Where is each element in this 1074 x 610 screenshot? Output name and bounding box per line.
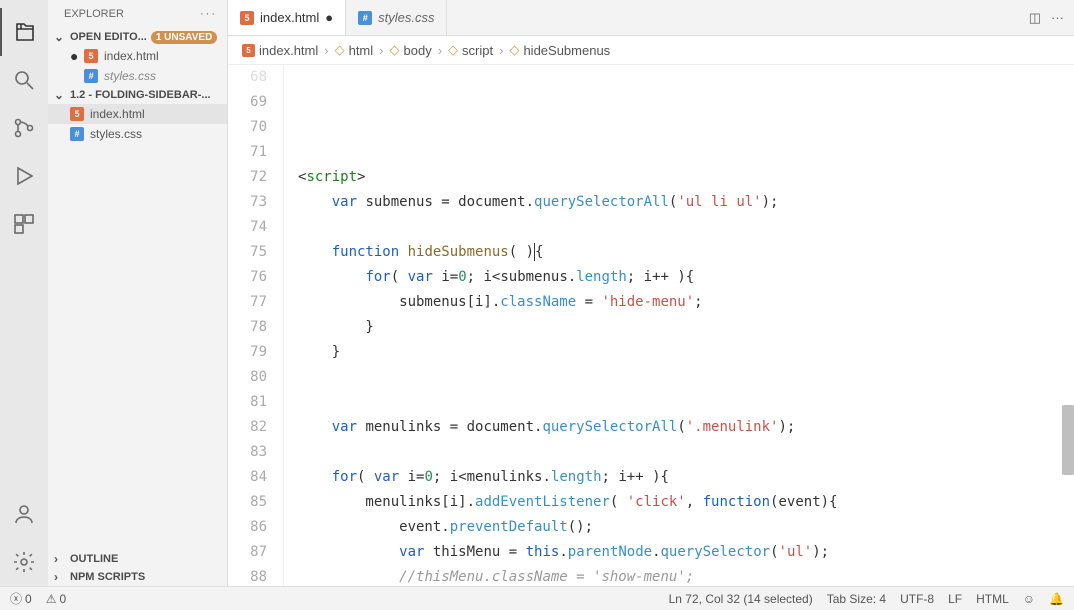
chevron-right-icon: › (54, 552, 66, 566)
file-item[interactable]: # styles.css (48, 124, 227, 144)
tab-styles-css[interactable]: # styles.css (346, 0, 447, 35)
accounts-icon[interactable] (0, 490, 48, 538)
errors-count[interactable]: ⓧ 0 (10, 590, 32, 607)
sidebar-title: EXPLORER (64, 8, 124, 20)
run-debug-icon[interactable] (0, 152, 48, 200)
html-file-icon: 5 (242, 44, 255, 57)
file-item[interactable]: 5 index.html (48, 104, 227, 124)
chevron-down-icon: ⌄ (54, 30, 66, 44)
open-editors-header[interactable]: ⌄ OPEN EDITO... 1 UNSAVED (48, 28, 227, 46)
encoding[interactable]: UTF-8 (900, 592, 934, 606)
breadcrumbs[interactable]: 5index.html › ◇html › ◇body › ◇script › … (228, 36, 1074, 65)
explorer-icon[interactable] (0, 8, 48, 56)
open-editor-item[interactable]: ● 5 index.html (48, 46, 227, 66)
eol[interactable]: LF (948, 592, 962, 606)
dirty-dot-icon: ● (325, 10, 333, 25)
css-file-icon: # (358, 11, 372, 25)
code-content[interactable]: <script> var submenus = document.querySe… (284, 65, 1074, 586)
source-control-icon[interactable] (0, 104, 48, 152)
outline-header[interactable]: › OUTLINE (48, 550, 227, 568)
open-editor-item[interactable]: # styles.css (48, 66, 227, 86)
extensions-icon[interactable] (0, 200, 48, 248)
search-icon[interactable] (0, 56, 48, 104)
folder-header[interactable]: ⌄ 1.2 - FOLDING-SIDEBAR-... (48, 86, 227, 104)
status-bar: ⓧ 0 ⚠ 0 Ln 72, Col 32 (14 selected) Tab … (0, 586, 1074, 610)
unsaved-badge: 1 UNSAVED (151, 31, 218, 44)
symbol-icon: ◇ (509, 42, 519, 58)
html-file-icon: 5 (84, 49, 98, 63)
css-file-icon: # (70, 127, 84, 141)
editor: 5 index.html ● # styles.css ◫ ··· 5index… (228, 0, 1074, 586)
scrollbar-thumb[interactable] (1062, 405, 1074, 475)
warnings-count[interactable]: ⚠ 0 (46, 592, 66, 606)
more-actions-icon[interactable]: ··· (1051, 10, 1064, 26)
symbol-icon: ◇ (448, 42, 458, 58)
notifications-icon[interactable]: 🔔 (1049, 592, 1064, 606)
code-editor[interactable]: 6869707172737475767778798081828384858687… (228, 65, 1074, 586)
sidebar-more-icon[interactable]: ··· (200, 8, 217, 20)
npm-scripts-header[interactable]: › NPM SCRIPTS (48, 568, 227, 586)
css-file-icon: # (84, 69, 98, 83)
settings-gear-icon[interactable] (0, 538, 48, 586)
line-gutter: 6869707172737475767778798081828384858687… (228, 65, 284, 586)
symbol-icon: ◇ (390, 42, 400, 58)
sidebar: EXPLORER ··· ⌄ OPEN EDITO... 1 UNSAVED ●… (48, 0, 228, 586)
cursor-position[interactable]: Ln 72, Col 32 (14 selected) (669, 592, 813, 606)
language-mode[interactable]: HTML (976, 592, 1009, 606)
tab-bar: 5 index.html ● # styles.css ◫ ··· (228, 0, 1074, 36)
html-file-icon: 5 (70, 107, 84, 121)
chevron-right-icon: › (54, 570, 66, 584)
symbol-icon: ◇ (335, 42, 345, 58)
activity-bar (0, 0, 48, 586)
chevron-down-icon: ⌄ (54, 88, 66, 102)
split-editor-icon[interactable]: ◫ (1029, 10, 1041, 26)
tab-index-html[interactable]: 5 index.html ● (228, 0, 346, 35)
feedback-icon[interactable]: ☺ (1023, 592, 1035, 606)
dirty-dot-icon: ● (70, 52, 78, 60)
tab-size[interactable]: Tab Size: 4 (827, 592, 886, 606)
html-file-icon: 5 (240, 11, 254, 25)
